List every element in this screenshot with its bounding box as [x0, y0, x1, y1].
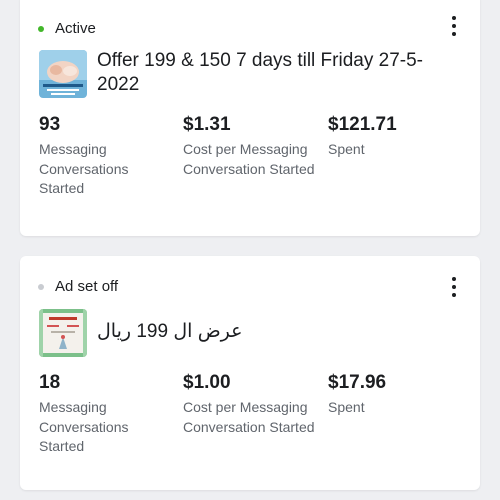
- status-row: Active: [38, 20, 96, 38]
- metric-label: Messaging Conversations Started: [39, 399, 129, 454]
- more-options-button[interactable]: [448, 277, 460, 297]
- metric-cost-per-result: $1.31 Cost per Messaging Conversation St…: [183, 114, 318, 179]
- ad-thumbnail[interactable]: [39, 50, 87, 98]
- status-row: Ad set off: [38, 278, 118, 296]
- status-dot-icon: [38, 26, 44, 32]
- metric-label: Spent: [328, 141, 365, 157]
- ad-card[interactable]: Active Offer 199 & 150 7 days till Frida…: [20, 0, 480, 236]
- status-dot-icon: [38, 284, 44, 290]
- metric-value: $121.71: [328, 114, 397, 135]
- metric-label: Messaging Conversations Started: [39, 141, 129, 196]
- metric-results: 93 Messaging Conversations Started: [39, 114, 174, 199]
- more-options-button[interactable]: [448, 16, 460, 36]
- ad-name[interactable]: عرض ال 199 ريال: [97, 320, 450, 344]
- metric-label: Spent: [328, 399, 365, 415]
- metric-cost-per-result: $1.00 Cost per Messaging Conversation St…: [183, 372, 318, 437]
- metric-value: $17.96: [328, 372, 387, 393]
- metric-spent: $121.71 Spent: [328, 114, 463, 160]
- ad-card[interactable]: Ad set off عرض ال 199 ريال 18 Messaging …: [20, 256, 480, 490]
- more-vertical-icon: [452, 277, 456, 281]
- metric-spent: $17.96 Spent: [328, 372, 463, 418]
- metric-value: 18: [39, 372, 61, 393]
- metric-value: $1.00: [183, 372, 231, 393]
- ad-thumbnail[interactable]: [39, 309, 87, 357]
- ad-name[interactable]: Offer 199 & 150 7 days till Friday 27-5-…: [97, 49, 450, 97]
- more-vertical-icon: [452, 16, 456, 20]
- metric-value: 93: [39, 114, 61, 135]
- metric-value: $1.31: [183, 114, 231, 135]
- status-label: Ad set off: [55, 278, 119, 295]
- metric-results: 18 Messaging Conversations Started: [39, 372, 174, 457]
- metric-label: Cost per Messaging Conversation Started: [183, 399, 315, 435]
- status-label: Active: [55, 20, 96, 37]
- metric-label: Cost per Messaging Conversation Started: [183, 141, 315, 177]
